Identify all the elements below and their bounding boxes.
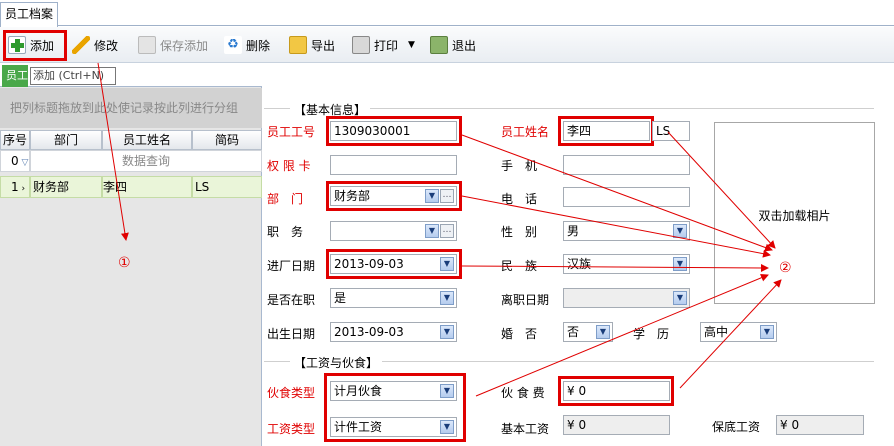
column-dept[interactable]: 部门 — [30, 130, 102, 150]
filter-row-index: 0 ▽ — [0, 150, 30, 172]
label-mobile: 手 机 — [501, 159, 538, 173]
label-leave-date: 离职日期 — [501, 293, 550, 307]
row-name[interactable]: 李四 — [102, 176, 192, 198]
chevron-down-icon[interactable]: ▼ — [440, 325, 454, 339]
chevron-down-icon[interactable]: ▼ — [440, 291, 454, 305]
chevron-down-icon[interactable]: ▼ — [673, 224, 687, 238]
column-index[interactable]: 序号 — [0, 130, 30, 150]
chevron-down-icon[interactable]: ▼ — [673, 291, 687, 305]
label-meal-fee: 伙 食 费 — [501, 386, 545, 400]
birth-value: 2013-09-03 — [334, 325, 404, 339]
edit-label: 修改 — [94, 38, 119, 53]
label-position: 职 务 — [267, 225, 304, 239]
chevron-down-icon[interactable]: ▼ — [425, 224, 439, 238]
highlight-emp-name — [558, 116, 654, 146]
label-min-salary: 保底工资 — [712, 420, 761, 434]
leave-date-picker[interactable]: ▼ — [563, 288, 690, 308]
label-dept: 部 门 — [267, 192, 304, 206]
tab-bar — [0, 0, 894, 26]
chevron-down-icon[interactable]: ▼ — [673, 257, 687, 271]
label-entry-date: 进厂日期 — [267, 259, 316, 273]
marriage-value: 否 — [567, 325, 580, 339]
on-job-value: 是 — [334, 291, 347, 305]
chevron-down-icon[interactable]: ▼ — [408, 40, 415, 50]
group-by-hint[interactable]: 把列标题拖放到此处使记录按此列进行分组 — [0, 88, 262, 128]
highlight-entry-date — [326, 249, 462, 279]
chevron-down-icon[interactable]: ▼ — [760, 325, 774, 339]
label-marriage: 婚 否 — [501, 327, 538, 341]
print-label: 打印 — [374, 38, 399, 53]
gender-select[interactable]: 男 ▼ — [563, 221, 690, 241]
add-tooltip: 添加 (Ctrl+N) — [30, 67, 116, 85]
highlight-emp-no — [326, 116, 462, 146]
export-label: 导出 — [311, 38, 336, 53]
row-code[interactable]: LS — [192, 176, 262, 198]
column-code[interactable]: 简码 — [192, 130, 262, 150]
label-on-job: 是否在职 — [267, 293, 316, 307]
photo-box[interactable]: 双击加载相片 — [714, 122, 875, 304]
highlight-add — [3, 30, 67, 61]
label-emp-no: 员工工号 — [267, 125, 316, 139]
position-select[interactable]: ▼ … — [330, 221, 457, 241]
label-meal-type: 伙食类型 — [267, 386, 316, 400]
section-salary-title: 【工资与伙食】 — [290, 354, 383, 371]
label-card: 权 限 卡 — [267, 159, 311, 173]
export-icon — [289, 36, 307, 54]
education-value: 高中 — [704, 325, 729, 339]
save-add-button[interactable]: 保存添加 — [138, 31, 208, 59]
nation-value: 汉族 — [567, 257, 592, 271]
mobile-input[interactable] — [563, 155, 690, 175]
save-add-label: 保存添加 — [160, 38, 209, 53]
min-salary-input[interactable]: ¥ 0 — [776, 415, 864, 435]
marriage-select[interactable]: 否 ▼ — [563, 322, 613, 342]
label-phone: 电 话 — [501, 192, 538, 206]
base-salary-input[interactable]: ¥ 0 — [563, 415, 670, 435]
annotation-two: ② — [779, 260, 792, 276]
row-dept[interactable]: 财务部 — [30, 176, 102, 198]
card-input[interactable] — [330, 155, 457, 175]
tab-employee-archive[interactable]: 员工档案 — [0, 2, 58, 27]
exit-icon — [430, 36, 448, 54]
save-add-icon — [138, 36, 156, 54]
row-index: 1 › — [0, 176, 30, 198]
chevron-down-icon[interactable]: ▼ — [596, 325, 610, 339]
exit-button[interactable]: 退出 — [430, 31, 476, 59]
column-name[interactable]: 员工姓名 — [102, 130, 192, 150]
on-job-select[interactable]: 是 ▼ — [330, 288, 457, 308]
gender-value: 男 — [567, 224, 580, 238]
short-code-input[interactable]: LS — [652, 121, 690, 141]
label-base-salary: 基本工资 — [501, 422, 550, 436]
highlight-dept — [326, 181, 462, 211]
highlight-meal-fee — [558, 376, 674, 406]
exit-label: 退出 — [452, 38, 477, 53]
label-salary-type: 工资类型 — [267, 422, 316, 436]
print-button[interactable]: 打印 ▼ — [352, 31, 415, 59]
highlight-meal-salary-type — [324, 373, 466, 442]
nation-select[interactable]: 汉族 ▼ — [563, 254, 690, 274]
printer-icon — [352, 36, 370, 54]
label-emp-name: 员工姓名 — [501, 125, 550, 139]
edit-button[interactable]: 修改 — [72, 31, 118, 59]
photo-hint: 双击加载相片 — [758, 209, 831, 223]
phone-input[interactable] — [563, 187, 690, 207]
delete-button[interactable]: ♻ 删除 — [224, 31, 270, 59]
label-education: 学 历 — [633, 327, 670, 341]
education-select[interactable]: 高中 ▼ — [700, 322, 777, 342]
filter-row[interactable]: 数据查询 — [30, 150, 262, 172]
pencil-icon — [72, 36, 90, 54]
ellipsis-icon[interactable]: … — [440, 224, 454, 238]
label-gender: 性 别 — [501, 225, 538, 239]
delete-label: 删除 — [246, 38, 271, 53]
label-birth: 出生日期 — [267, 327, 316, 341]
annotation-one: ① — [118, 255, 131, 271]
tab-employee-list[interactable]: 员工 — [2, 65, 28, 87]
label-nation: 民 族 — [501, 259, 538, 273]
birth-date-picker[interactable]: 2013-09-03 ▼ — [330, 322, 457, 342]
recycle-icon: ♻ — [224, 36, 242, 54]
export-button[interactable]: 导出 — [289, 31, 335, 59]
